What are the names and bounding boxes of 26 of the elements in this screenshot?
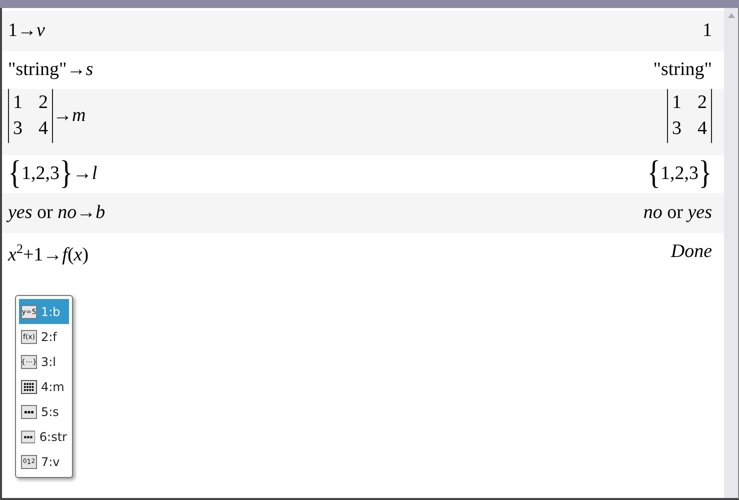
menu-item[interactable]: 5:s: [19, 399, 69, 424]
matrix: 1 2 3 4: [8, 89, 53, 143]
input-expression: "string"→s: [8, 59, 94, 81]
scroll-up-icon[interactable]: [728, 13, 734, 18]
input-expression: x$^{2}$+1→f(x): [8, 241, 89, 266]
list-items: 1,2,3: [21, 163, 60, 185]
string-icon: [21, 430, 36, 444]
result-expression: Done: [670, 241, 712, 263]
matrix-icon: [21, 380, 37, 394]
menu-item[interactable]: 4:m: [19, 374, 69, 399]
input-expression: 1→v: [8, 20, 45, 42]
list-items: 1,2,3: [660, 163, 699, 185]
right-brace: }: [698, 157, 712, 191]
scrollbar[interactable]: [724, 8, 738, 498]
input-expression: yes or no→b: [8, 202, 106, 224]
matrix: 1 2 3 4: [667, 89, 712, 143]
right-brace: }: [59, 157, 73, 191]
result-expression: "string": [653, 59, 712, 81]
menu-item[interactable]: 6:str: [19, 424, 69, 449]
result-expression: no or yes: [643, 202, 712, 224]
string-icon: [21, 404, 37, 418]
result-expression: 1: [702, 20, 712, 42]
input-expression: →m: [53, 105, 86, 127]
input-expression: →l: [72, 163, 98, 185]
left-brace: {: [647, 157, 661, 191]
left-brace: {: [8, 157, 22, 191]
